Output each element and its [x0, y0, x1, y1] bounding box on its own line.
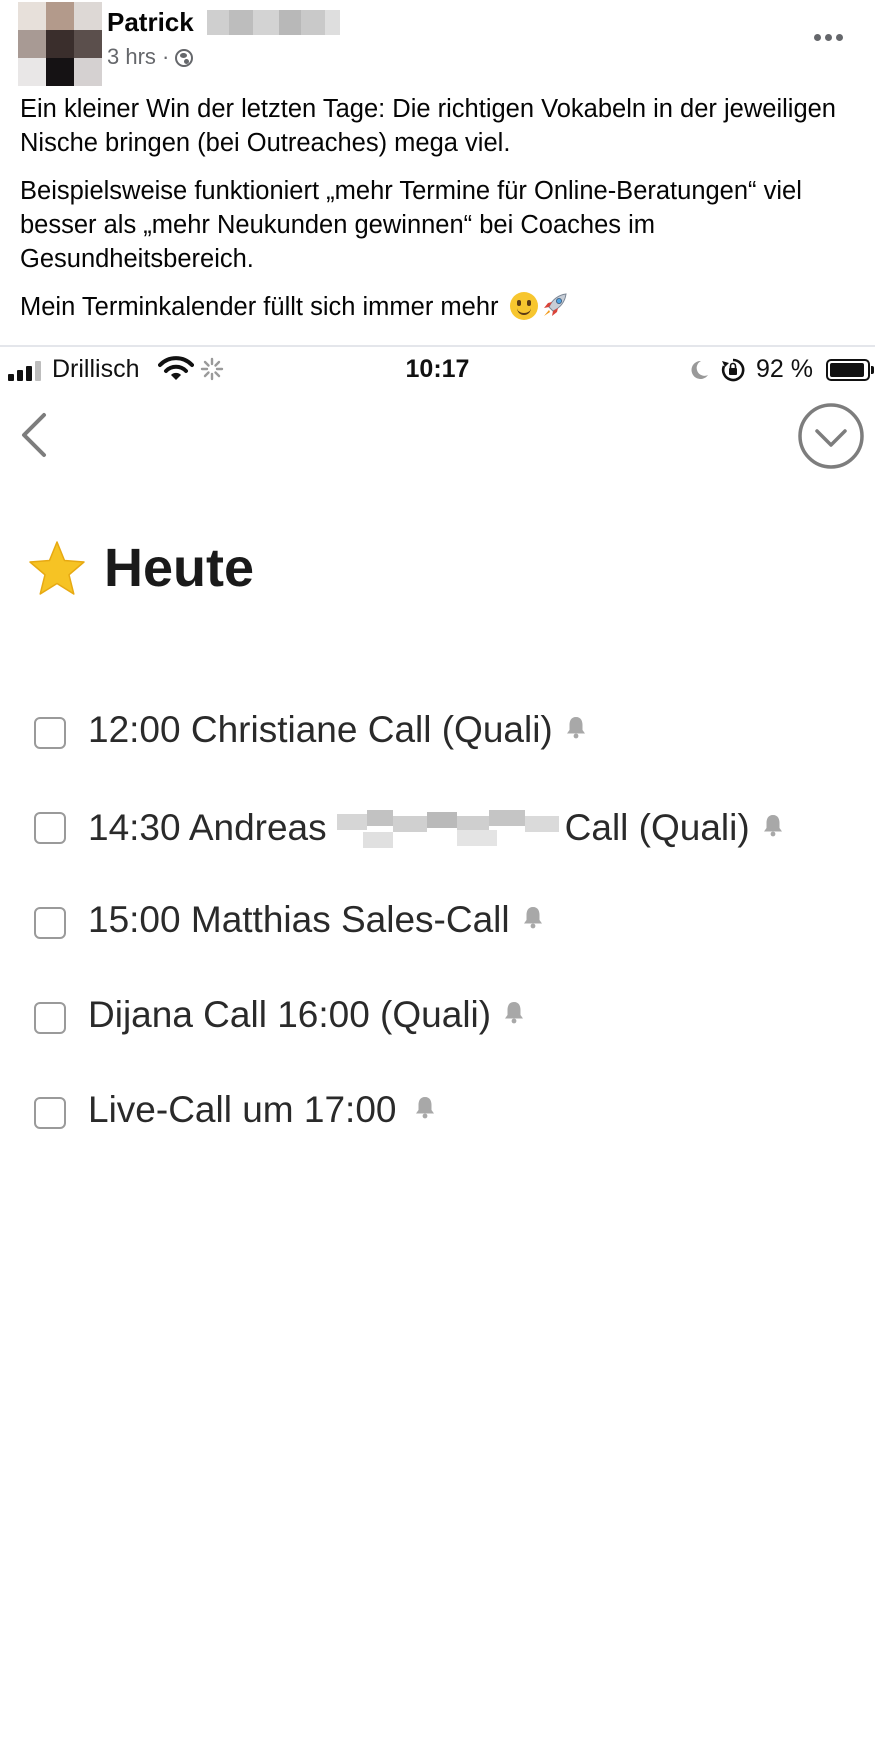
embedded-screenshot: Drillisch 10:17 92 % Heute 12:00 Christi…	[0, 347, 875, 1756]
post-time[interactable]: 3 hrs ·	[107, 44, 169, 69]
post-meta: 3 hrs ·	[107, 44, 194, 70]
author-name[interactable]: Patrick	[107, 7, 194, 38]
rocket-emoji-icon	[543, 293, 567, 316]
redacted-surname	[207, 10, 340, 35]
chevron-left-icon[interactable]	[14, 407, 54, 463]
task-label-row[interactable]: 12:00 Christiane Call (Quali)	[88, 709, 587, 751]
task-label: Live-Call um 17:00	[88, 1089, 397, 1130]
task-label-start: 14:30 Andreas	[88, 807, 327, 848]
task-row: Live-Call um 17:00	[32, 1085, 852, 1145]
page-title: Heute	[104, 538, 255, 598]
task-row: 15:00 Matthias Sales-Call	[32, 895, 852, 955]
task-label: 12:00 Christiane Call (Quali)	[88, 709, 553, 750]
task-checkbox[interactable]	[34, 1097, 66, 1129]
post-paragraph-text: Mein Terminkalender füllt sich immer meh…	[20, 293, 499, 321]
task-label-row[interactable]: Dijana Call 16:00 (Quali)	[88, 994, 525, 1036]
task-label: Dijana Call 16:00 (Quali)	[88, 994, 492, 1035]
moon-icon	[691, 360, 708, 379]
rotation-lock-icon	[721, 358, 745, 382]
bell-icon	[566, 717, 585, 739]
task-label-row[interactable]: Live-Call um 17:00	[88, 1089, 436, 1131]
bell-icon	[505, 1002, 524, 1024]
task-row: 14:30 Andreas Call (Quali)	[32, 800, 852, 860]
task-row: 12:00 Christiane Call (Quali)	[32, 705, 852, 765]
task-checkbox[interactable]	[34, 717, 66, 749]
smile-emoji-icon	[509, 292, 538, 320]
task-row: Dijana Call 16:00 (Quali)	[32, 990, 852, 1050]
task-checkbox[interactable]	[34, 907, 66, 939]
post-paragraph: Ein kleiner Win der letzten Tage: Die ri…	[20, 95, 836, 157]
bell-icon	[523, 907, 542, 929]
more-options-icon[interactable]	[812, 26, 846, 46]
battery-percentage: 92 %	[756, 355, 813, 383]
star-icon	[29, 541, 85, 595]
avatar[interactable]	[18, 2, 102, 86]
post-header: Patrick 3 hrs ·	[0, 0, 875, 90]
task-label-row[interactable]: 14:30 Andreas Call (Quali)	[88, 804, 784, 852]
task-checkbox[interactable]	[34, 812, 66, 844]
battery-icon	[826, 359, 874, 381]
status-bar: Drillisch 10:17 92 %	[0, 347, 875, 391]
task-label-end: Call (Quali)	[564, 807, 750, 848]
post-paragraph: Beispielsweise funktioniert „mehr Termin…	[20, 177, 802, 273]
task-checkbox[interactable]	[34, 1002, 66, 1034]
task-label: 15:00 Matthias Sales-Call	[88, 899, 510, 940]
globe-icon	[175, 49, 194, 67]
task-label-row[interactable]: 15:00 Matthias Sales-Call	[88, 899, 544, 941]
redacted-text	[336, 804, 559, 852]
bell-icon	[416, 1097, 435, 1119]
circle-check-icon[interactable]	[797, 402, 865, 470]
post-paragraph-last: Mein Terminkalender füllt sich immer meh…	[20, 290, 860, 324]
post-body: Ein kleiner Win der letzten Tage: Die ri…	[20, 92, 860, 338]
bell-icon	[763, 815, 782, 837]
